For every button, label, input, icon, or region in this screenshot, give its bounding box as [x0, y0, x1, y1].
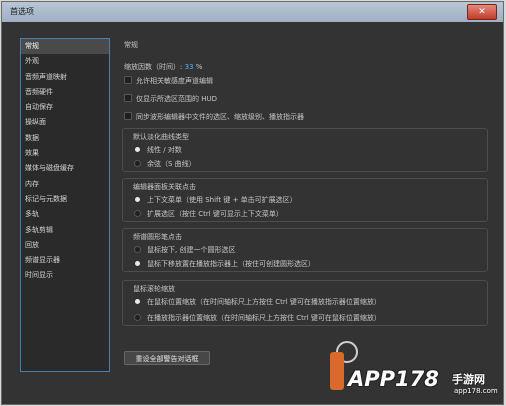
group-title: 鼠标滚轮缩放	[133, 285, 175, 293]
zoom-factor-unit: %	[195, 63, 203, 71]
radio-zoom-at-playhead[interactable]	[134, 314, 141, 321]
sidebar-item-spectral-display[interactable]: 频谱显示器	[21, 253, 109, 268]
sidebar-item-multitrack-clips[interactable]: 多轨剪辑	[21, 223, 109, 238]
radio-label: 在鼠标位置缩放（在时间轴标尺上方按住 Ctrl 键可在播放指示器位置缩放）	[147, 298, 381, 306]
sidebar-item-markers-metadata[interactable]: 标记与元数据	[21, 192, 109, 207]
radio-label: 在播放指示器位置缩放（在时间轴标尺上方按住 Ctrl 键可在鼠标位置缩放）	[147, 314, 381, 322]
sidebar-item-effects[interactable]: 效果	[21, 146, 109, 161]
sidebar-item-time-display[interactable]: 时间显示	[21, 268, 109, 283]
sidebar-item-channel-mapping[interactable]: 音频声道映射	[21, 70, 109, 85]
group-title: 默认淡化曲线类型	[133, 133, 189, 141]
window-title: 首选项	[10, 7, 34, 16]
watermark-url: app178.com	[454, 387, 498, 395]
sidebar-item-appearance[interactable]: 外观	[21, 54, 109, 69]
radio-label: 鼠标按下, 创建一个圆形选区	[147, 246, 236, 254]
editor-click-group: 编辑器面板关联点击 上下文菜单（使用 Shift 键 + 单击可扩展选区） 扩展…	[122, 178, 488, 222]
checkbox-sync-waveform[interactable]	[124, 112, 132, 120]
checkbox-sensitive-channel[interactable]	[124, 76, 132, 84]
radio-extend-selection[interactable]	[134, 210, 141, 217]
checkbox-label: 仅显示所选区范围的 HUD	[136, 95, 218, 103]
radio-mouse-move[interactable]	[135, 261, 140, 266]
sidebar-item-data[interactable]: 数据	[21, 131, 109, 146]
sidebar-item-multitrack[interactable]: 多轨	[21, 207, 109, 222]
sidebar-item-general[interactable]: 常规	[21, 39, 109, 55]
checkbox-hud[interactable]	[124, 94, 132, 102]
wheel-zoom-group: 鼠标滚轮缩放 在鼠标位置缩放（在时间轴标尺上方按住 Ctrl 键可在播放指示器位…	[122, 280, 488, 326]
radio-label: 扩展选区（按住 Ctrl 键可显示上下文菜单）	[147, 210, 283, 218]
radio-label: 余弦（S 曲线）	[147, 160, 196, 168]
watermark-cn: 手游网	[452, 373, 485, 386]
radio-mouse-down[interactable]	[134, 246, 141, 253]
general-panel: 常规 缩放因数（时间）: 33 % 允许相关敏感度声道编辑 仅显示所选区范围的 …	[120, 36, 495, 376]
sidebar-item-autosave[interactable]: 自动保存	[21, 100, 109, 115]
group-title: 频谱圆形笔点击	[133, 233, 182, 241]
radio-zoom-at-mouse[interactable]	[135, 299, 140, 304]
sidebar-item-memory[interactable]: 内存	[21, 177, 109, 192]
checkbox-label: 允许相关敏感度声道编辑	[136, 77, 213, 85]
reset-warnings-button[interactable]: 重设全部警告对话框	[124, 351, 210, 365]
close-button[interactable]: ✕	[467, 4, 497, 20]
watermark-brand: APP178	[348, 367, 439, 391]
sidebar-item-playback[interactable]: 回放	[21, 238, 109, 253]
radio-label: 线性 / 对数	[147, 146, 182, 154]
radio-label: 鼠标下移放置在播放指示器上（按住可创建圆形选区）	[147, 260, 315, 268]
zoom-factor-label: 缩放因数（时间）:	[124, 63, 183, 71]
radio-label: 上下文菜单（使用 Shift 键 + 单击可扩展选区）	[147, 196, 297, 204]
group-title: 编辑器面板关联点击	[133, 183, 196, 191]
radio-context-menu[interactable]	[135, 197, 140, 202]
sidebar-item-control-surface[interactable]: 操纵面	[21, 115, 109, 130]
category-sidebar: 常规 外观 音频声道映射 音频硬件 自动保存 操纵面 数据 效果 媒体与磁盘缓存…	[20, 38, 110, 372]
watermark-logo: APP178 手游网 app178.com	[320, 345, 504, 403]
radio-cosine[interactable]	[134, 160, 141, 167]
sidebar-item-audio-hardware[interactable]: 音频硬件	[21, 85, 109, 100]
zoom-factor-row: 缩放因数（时间）: 33 %	[124, 62, 202, 72]
sidebar-item-media-cache[interactable]: 媒体与磁盘缓存	[21, 161, 109, 176]
fade-curve-group: 默认淡化曲线类型 线性 / 对数 余弦（S 曲线）	[122, 128, 488, 172]
checkbox-label: 同步波形编辑器中文件的选区、缩放级别、播放指示器	[136, 113, 304, 121]
spectral-pen-group: 频谱圆形笔点击 鼠标按下, 创建一个圆形选区 鼠标下移放置在播放指示器上（按住可…	[122, 228, 488, 272]
title-bar[interactable]: 首选项 ✕	[2, 2, 503, 22]
section-heading: 常规	[124, 41, 138, 49]
radio-linear[interactable]	[135, 147, 140, 152]
zoom-factor-value[interactable]: 33	[185, 63, 194, 71]
